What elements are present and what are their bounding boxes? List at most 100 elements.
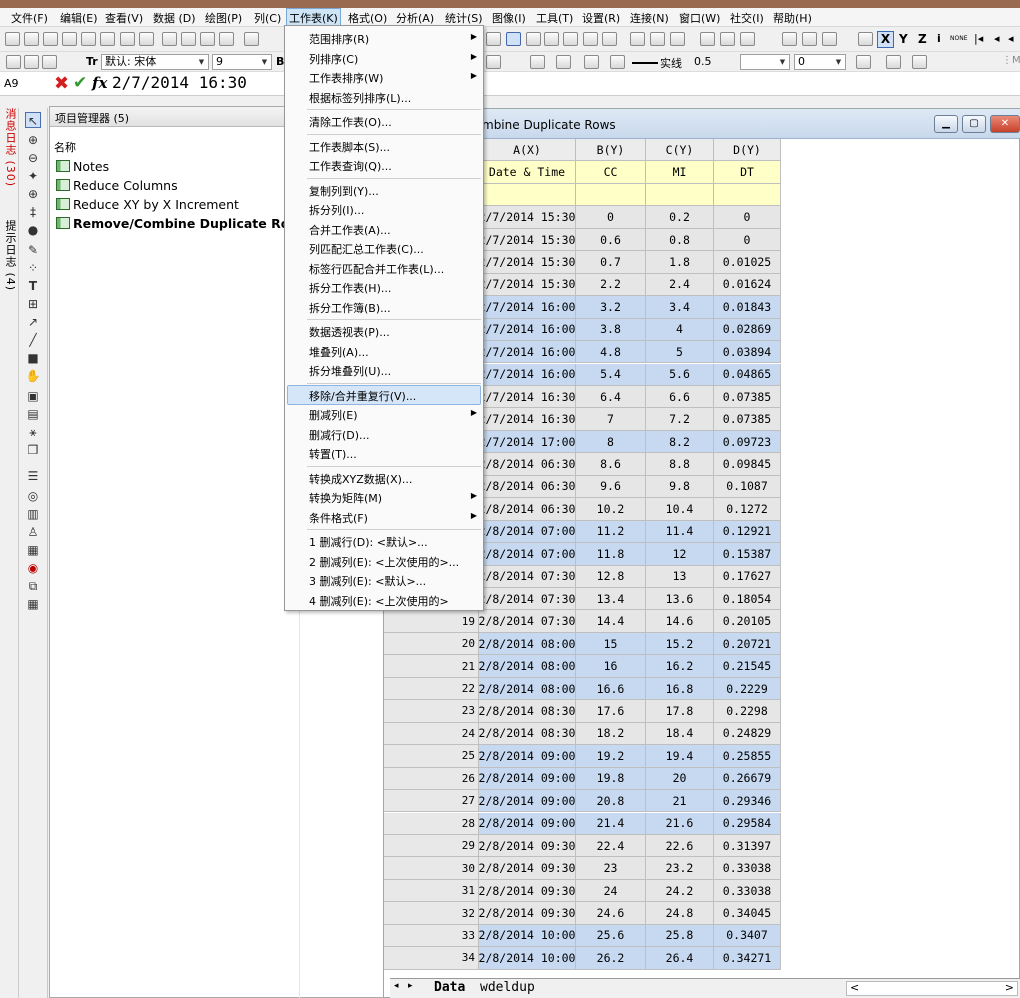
menu-item-4[interactable]: 清除工作表(O)... [309, 114, 392, 130]
value-cell[interactable]: 0.25855 [714, 745, 781, 768]
menu-item-11[interactable]: 标签行匹配合并工作表(L)... [309, 261, 444, 277]
value-cell[interactable]: 0.12921 [714, 520, 781, 544]
menu-15[interactable]: 社交(I) [730, 10, 764, 26]
menu-16[interactable]: 帮助(H) [773, 10, 812, 26]
value-cell[interactable]: 15 [576, 632, 646, 656]
value-cell[interactable]: 2.2 [576, 273, 646, 297]
value-cell[interactable]: 0.04865 [714, 363, 781, 386]
value-cell[interactable]: 0 [576, 206, 646, 229]
row-number[interactable]: 33 [384, 924, 479, 948]
project-item-remove-duplicates[interactable]: Remove/Combine Duplicate Rows [56, 216, 308, 231]
row-number[interactable]: 34 [384, 947, 479, 970]
value-cell[interactable]: 4.8 [576, 341, 646, 364]
menu-item-2[interactable]: 工作表排序(W) [309, 70, 383, 86]
value-cell[interactable]: 0.18054 [714, 588, 781, 611]
date-cell[interactable]: 2/8/2014 09:00 [479, 790, 576, 813]
column-chart-icon[interactable] [720, 32, 735, 46]
date-cell[interactable]: 2/8/2014 09:30 [479, 834, 576, 858]
menu-12[interactable]: 设置(R) [582, 10, 620, 26]
value-cell[interactable]: 12.8 [576, 565, 646, 588]
value-cell[interactable]: 0.07385 [714, 408, 781, 431]
value-cell[interactable]: 16 [576, 655, 646, 678]
sort-icon[interactable] [650, 32, 665, 46]
value-cell[interactable]: 17.6 [576, 700, 646, 723]
value-cell[interactable]: 14.4 [576, 610, 646, 633]
value-cell[interactable]: 0.3407 [714, 924, 781, 948]
value-cell[interactable]: 13 [646, 565, 714, 588]
copy-icon[interactable] [24, 55, 39, 69]
menu-item-12[interactable]: 拆分工作表(H)... [309, 280, 391, 296]
next-icon[interactable]: ◂ [1008, 32, 1014, 45]
line-color-icon[interactable] [584, 55, 599, 69]
paste-icon[interactable] [42, 55, 57, 69]
save-project-icon[interactable] [200, 32, 215, 46]
insert-graph-icon[interactable]: ▣ [25, 388, 41, 404]
project-item-reduce-columns[interactable]: Reduce Columns [56, 178, 178, 193]
menu-item-26[interactable]: 3 删减列(E): <默认>... [309, 573, 426, 589]
date-cell[interactable]: 2/8/2014 09:00 [479, 812, 576, 835]
value-cell[interactable]: 9.8 [646, 475, 714, 499]
menu-item-6[interactable]: 工作表查询(Q)... [309, 158, 392, 174]
arrow-tool-icon[interactable]: ↗ [25, 314, 41, 330]
value-cell[interactable]: 14.6 [646, 610, 714, 633]
row-number[interactable]: 29 [384, 834, 479, 858]
menu-7[interactable]: 格式(O) [348, 10, 387, 26]
value-cell[interactable]: 0.33038 [714, 879, 781, 903]
value-cell[interactable]: 6.6 [646, 385, 714, 409]
value-cell[interactable]: 16.8 [646, 677, 714, 701]
column-header[interactable]: B(Y) [576, 139, 646, 162]
menu-14[interactable]: 窗口(W) [679, 10, 720, 26]
date-cell[interactable]: 2/8/2014 06:30 [479, 498, 576, 521]
value-cell[interactable]: 22.6 [646, 834, 714, 858]
value-cell[interactable]: 16.6 [576, 677, 646, 701]
date-cell[interactable]: 2/7/2014 15:30 [479, 251, 576, 274]
value-cell[interactable]: 9.6 [576, 475, 646, 499]
menu-item-10[interactable]: 列匹配汇总工作表(C)... [309, 241, 424, 257]
value-cell[interactable]: 19.4 [646, 745, 714, 768]
layers-icon[interactable]: ❒ [25, 442, 41, 458]
value-cell[interactable]: 0.34271 [714, 947, 781, 970]
menu-item-27[interactable]: 4 删减列(E): <上次使用的> [309, 593, 449, 609]
column-header[interactable]: A(X) [479, 139, 576, 162]
menu-0[interactable]: 文件(F) [11, 10, 48, 26]
empty-label-cell[interactable] [714, 183, 781, 207]
value-cell[interactable]: 0.8 [646, 228, 714, 252]
date-cell[interactable]: 2/8/2014 09:30 [479, 857, 576, 880]
menu-1[interactable]: 编辑(E) [60, 10, 98, 26]
menu-2[interactable]: 查看(V) [105, 10, 143, 26]
value-cell[interactable]: 6.4 [576, 385, 646, 409]
import-icon[interactable] [244, 32, 259, 46]
value-cell[interactable]: 13.6 [646, 588, 714, 611]
line-pattern-combo[interactable]: ▼ [740, 54, 790, 70]
menu-item-23[interactable]: 条件格式(F) [309, 510, 368, 526]
column-stats-icon[interactable] [630, 32, 645, 46]
font-size-combo[interactable]: 9 ▼ [212, 54, 272, 70]
row-number[interactable]: 22 [384, 677, 479, 701]
set-none-icon[interactable]: NONE [950, 35, 968, 42]
list-tool-icon[interactable]: ☰ [25, 468, 41, 484]
value-cell[interactable]: 0.1087 [714, 475, 781, 499]
zoom-out-icon[interactable]: ⊖ [25, 150, 41, 166]
value-cell[interactable]: 0.01624 [714, 273, 781, 297]
value-cell[interactable]: 8.6 [576, 453, 646, 476]
add-icon[interactable] [602, 32, 617, 46]
value-cell[interactable]: 3.8 [576, 318, 646, 342]
date-cell[interactable]: 2/7/2014 16:00 [479, 296, 576, 319]
value-cell[interactable]: 7 [576, 408, 646, 431]
value-cell[interactable]: 0.2298 [714, 700, 781, 723]
value-cell[interactable]: 16.2 [646, 655, 714, 678]
column-header[interactable]: D(Y) [714, 139, 781, 162]
fill-color-icon[interactable] [530, 55, 545, 69]
prev-icon[interactable]: ◂ [994, 32, 1000, 45]
value-cell[interactable]: 19.2 [576, 745, 646, 768]
value-cell[interactable]: 24.2 [646, 879, 714, 903]
value-cell[interactable]: 5 [646, 341, 714, 364]
formula-input[interactable]: 2/7/2014 16:30 [112, 73, 247, 92]
symbol-icon[interactable] [610, 55, 625, 69]
long-name-cell[interactable]: Date & Time [479, 161, 576, 184]
zoom-in-icon[interactable]: ⊕ [25, 132, 41, 148]
new-notes-icon[interactable] [139, 32, 154, 46]
menu-11[interactable]: 工具(T) [536, 10, 573, 26]
row-number[interactable]: 28 [384, 812, 479, 835]
value-cell[interactable]: 26.4 [646, 947, 714, 970]
